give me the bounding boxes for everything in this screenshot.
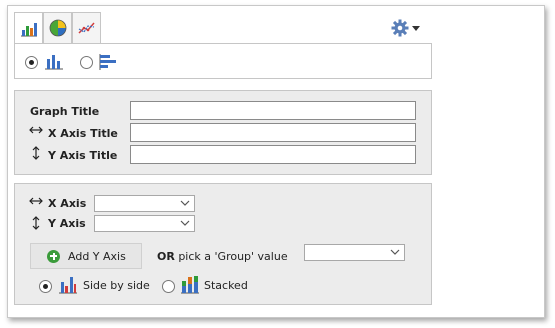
graph-title-input[interactable] [130,101,416,120]
chevron-down-icon [390,249,400,255]
group-value-select[interactable] [304,244,405,261]
chevron-down-icon [180,200,190,206]
chart-type-tabs [14,12,101,44]
stacked-bars-icon [181,276,199,294]
caret-down-icon [412,25,420,31]
horizontal-orientation-radio[interactable] [80,56,93,69]
horizontal-bars-icon[interactable] [98,53,118,71]
vertical-orientation-radio[interactable] [25,56,38,69]
vertical-arrow-icon [32,146,40,160]
y-axis-title-label: Y Axis Title [48,149,118,162]
y-axis-title-input[interactable] [130,145,416,164]
y-axis-label: Y Axis [48,217,86,230]
line-chart-icon [77,22,95,34]
side-by-side-bars-icon [59,277,77,294]
add-icon [47,249,60,263]
vertical-arrow-icon [32,216,40,230]
side-by-side-radio[interactable] [39,280,52,293]
add-y-axis-label: Add Y Axis [68,249,126,263]
x-axis-label: X Axis [48,197,87,210]
orientation-selector [14,43,432,79]
gear-icon [391,19,409,37]
tab-pie-chart[interactable] [43,12,72,43]
tab-bar-chart[interactable] [14,12,43,44]
graph-title-label: Graph Title [30,105,100,118]
x-axis-title-label: X Axis Title [48,127,118,140]
y-axis-select[interactable] [94,215,195,232]
side-by-side-label: Side by side [83,279,150,292]
horizontal-arrow-icon [29,126,43,134]
tab-line-chart[interactable] [72,12,101,43]
x-axis-title-input[interactable] [130,123,416,142]
bar-chart-icon [20,22,37,36]
x-axis-select[interactable] [94,195,195,212]
group-prompt: OR pick a 'Group' value [157,250,288,263]
settings-menu-button[interactable] [391,18,423,38]
stacked-radio[interactable] [162,280,175,293]
chart-settings-window: Graph Title X Axis Title Y Axis Title X … [7,5,545,318]
pie-chart-icon [49,19,66,37]
titles-panel: Graph Title X Axis Title Y Axis Title [14,90,432,175]
stacked-label: Stacked [204,279,248,292]
add-y-axis-button[interactable]: Add Y Axis [30,243,142,269]
chevron-down-icon [180,220,190,226]
vertical-bars-icon[interactable] [44,53,64,70]
horizontal-arrow-icon [29,197,43,205]
group-prompt-text: pick a 'Group' value [178,250,288,263]
or-label: OR [157,250,175,263]
